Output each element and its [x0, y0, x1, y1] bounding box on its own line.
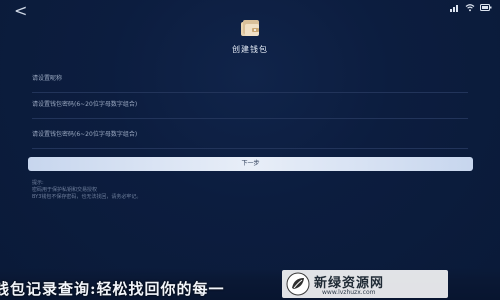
leaf-logo-icon [286, 272, 310, 296]
field-divider [32, 148, 468, 149]
tips-heading: 提示: [32, 180, 44, 186]
back-arrow-icon[interactable]: < [14, 2, 32, 20]
password-confirm-field[interactable]: 请设置钱包密码(6~20位字母数字组合) [32, 127, 468, 149]
tips-line: 密码用于保护私钥和交易授权 [32, 187, 98, 193]
wallet-icon [241, 20, 259, 36]
status-icons [450, 3, 492, 12]
wifi-icon [465, 4, 475, 12]
password-confirm-placeholder: 请设置钱包密码(6~20位字母数字组合) [32, 131, 138, 138]
next-button[interactable]: 下一步 [28, 157, 473, 171]
tips-line: BY3钱包不保存密码，也无法找回，请务必牢记。 [32, 194, 142, 200]
signal-icon [450, 5, 458, 12]
wallet-name-field[interactable]: 请设置昵称 [32, 71, 468, 93]
password-placeholder: 请设置钱包密码(6~20位字母数字组合) [32, 101, 138, 108]
watermark: 新绿资源网 www.lvzhuzx.com [282, 270, 448, 298]
field-divider [32, 118, 468, 119]
create-wallet-screen: < 创建钱包 请设置昵称 请设置钱包密码(6~20位字母数字组合) 请设置钱包密… [0, 0, 500, 300]
banner-title: 钱包记录查询:轻松找回你的每一 [0, 280, 225, 298]
wallet-name-placeholder: 请设置昵称 [32, 75, 63, 82]
page-title: 创建钱包 [232, 45, 268, 54]
password-field[interactable]: 请设置钱包密码(6~20位字母数字组合) [32, 97, 468, 119]
battery-icon [480, 4, 492, 11]
field-divider [32, 92, 468, 93]
watermark-url: www.lvzhuzx.com [322, 289, 376, 296]
tips-section: 提示: 密码用于保护私钥和交易授权 BY3钱包不保存密码，也无法找回，请务必牢记… [32, 180, 468, 201]
